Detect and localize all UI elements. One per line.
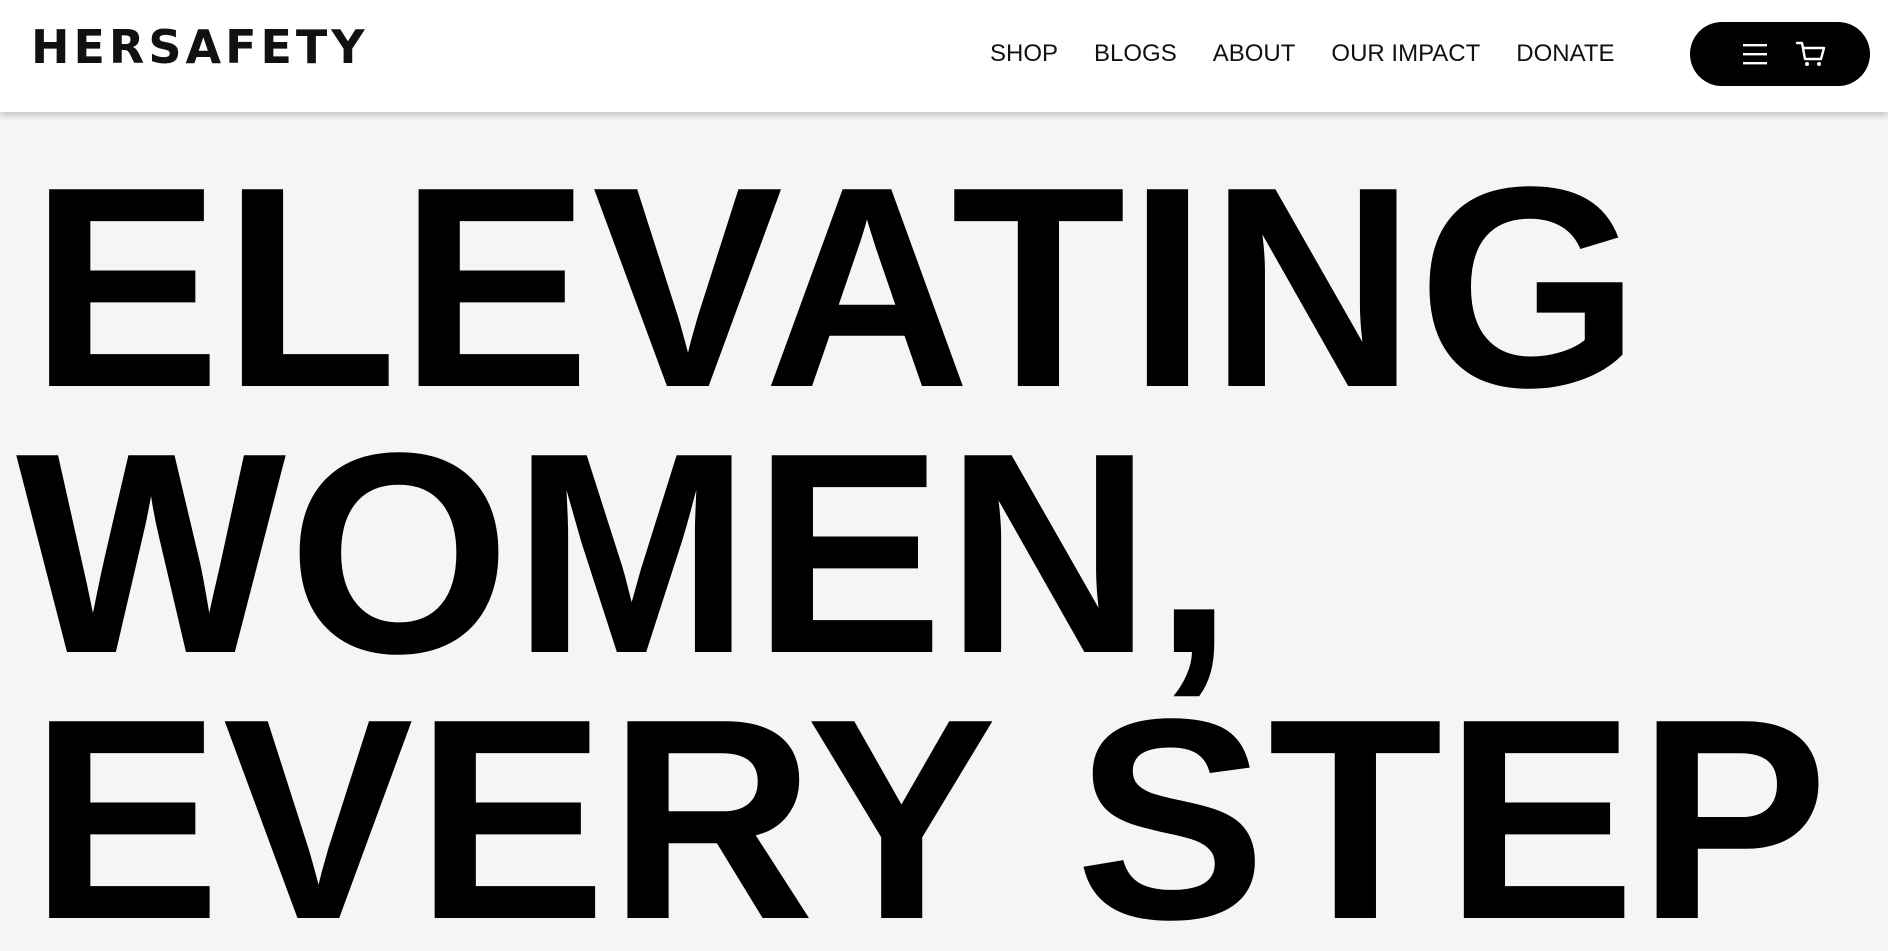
hamburger-menu-icon[interactable] [1738,40,1772,68]
header-actions-pill [1690,22,1870,86]
hero-headline-line-3: EVERY STEP [30,659,1831,951]
site-logo[interactable]: HERSAFETY [31,24,369,70]
main-nav: SHOP BLOGS ABOUT OUR IMPACT DONATE [990,40,1615,68]
nav-blogs[interactable]: BLOGS [1094,40,1177,68]
hero-headline-line-2: WOMEN, [16,393,1236,713]
nav-our-impact[interactable]: OUR IMPACT [1331,40,1480,68]
site-header: HERSAFETY SHOP BLOGS ABOUT OUR IMPACT DO… [0,0,1888,112]
nav-about[interactable]: ABOUT [1213,40,1296,68]
hero-headline-line-1: ELEVATING [30,127,1643,447]
nav-donate[interactable]: DONATE [1516,40,1614,68]
hero-section: ELEVATING WOMEN, EVERY STEP [0,112,1888,951]
nav-shop[interactable]: SHOP [990,40,1058,68]
shopping-cart-icon[interactable] [1794,37,1828,71]
